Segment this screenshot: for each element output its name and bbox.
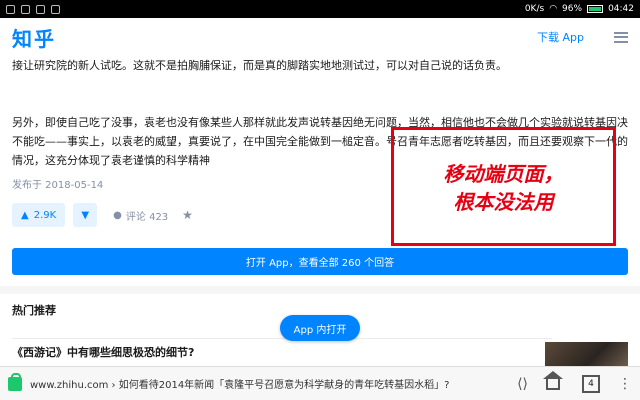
zhihu-logo[interactable]: 知乎: [12, 23, 56, 52]
network-speed: 0K/s: [524, 4, 545, 14]
battery-icon: [587, 5, 604, 13]
share-icon[interactable]: ⟨⟩: [517, 376, 528, 392]
annotation-text: 移动端页面， 根本没法用: [396, 160, 611, 216]
section-divider: [0, 286, 640, 294]
download-app-link[interactable]: 下载 App: [537, 29, 584, 45]
favorite-star-icon[interactable]: ★: [182, 208, 193, 222]
site-header: 知乎 下载 App: [0, 18, 640, 56]
annotation-line-1: 移动端页面，: [443, 162, 564, 186]
comment-icon: ●: [113, 209, 122, 221]
battery-percent: 96%: [562, 4, 583, 14]
upvote-count: 2.9K: [33, 209, 57, 221]
menu-icon[interactable]: [614, 31, 628, 43]
open-in-app-button[interactable]: App 内打开: [280, 315, 360, 341]
downvote-icon: ▼: [81, 209, 90, 221]
more-icon[interactable]: ⋮: [618, 376, 632, 392]
answer-paragraph: 接让研究院的新人试吃。这就不是拍胸脯保证，而是真的脚踏实地地测试过，可以对自己说…: [12, 59, 507, 72]
upvote-icon: ▲: [21, 209, 29, 221]
notification-icon: [21, 4, 30, 14]
clock: 04:42: [608, 4, 634, 14]
divider-line: [12, 338, 552, 339]
notification-icon: [36, 4, 45, 14]
notification-icon: [6, 4, 15, 14]
downvote-button[interactable]: ▼: [73, 203, 98, 227]
tabs-button[interactable]: 4: [582, 374, 600, 393]
status-icons-right: 0K/s ◠ 96% 04:42: [525, 4, 634, 14]
open-app-all-answers-button[interactable]: 打开 App，查看全部 260 个回答: [12, 248, 628, 275]
notification-icon: [51, 4, 60, 14]
browser-bottom-bar: www.zhihu.com › 如何看待2014年新闻「袁隆平号召愿意为科学献身…: [0, 366, 640, 400]
hot-item-thumbnail[interactable]: [545, 342, 628, 366]
annotation-line-2: 根本没法用: [453, 190, 554, 214]
url-field[interactable]: www.zhihu.com › 如何看待2014年新闻「袁隆平号召愿意为科学献身…: [30, 376, 509, 391]
hot-recommend-title: 热门推荐: [12, 304, 56, 317]
status-bar: 0K/s ◠ 96% 04:42: [0, 0, 640, 18]
header-actions: 下载 App: [537, 29, 628, 45]
status-icons-left: [6, 4, 60, 14]
comment-label: 评论 423: [125, 211, 169, 223]
home-icon[interactable]: [543, 370, 563, 390]
upvote-button[interactable]: ▲ 2.9K: [12, 203, 66, 227]
wifi-icon: ◠: [549, 4, 558, 14]
lock-icon: [8, 372, 22, 391]
comment-button[interactable]: ● 评论 423: [113, 208, 168, 223]
hot-recommend-item[interactable]: 《西游记》中有哪些细思极恐的细节?: [12, 344, 532, 358]
answer-actions: ▲ 2.9K ▼ ● 评论 423 ★: [12, 203, 193, 227]
